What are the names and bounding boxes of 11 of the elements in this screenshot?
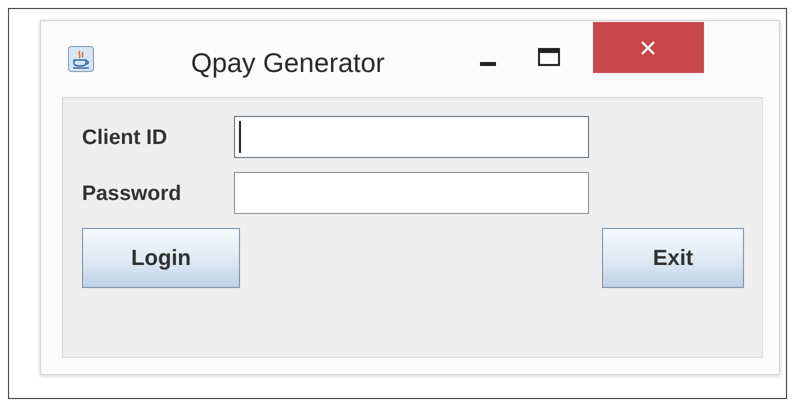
input-field[interactable] [234, 116, 589, 158]
field-label: Client ID [82, 126, 168, 150]
app-icon [68, 46, 94, 72]
push-button[interactable]: Login [82, 228, 240, 288]
field-label: Password [82, 182, 182, 206]
push-button[interactable]: Exit [602, 228, 744, 288]
maximize-icon[interactable] [538, 48, 560, 66]
minimize-icon[interactable] [480, 62, 496, 66]
input-field[interactable] [234, 172, 589, 214]
close-icon [641, 40, 656, 54]
window-title: Qpay Generator [191, 47, 385, 80]
